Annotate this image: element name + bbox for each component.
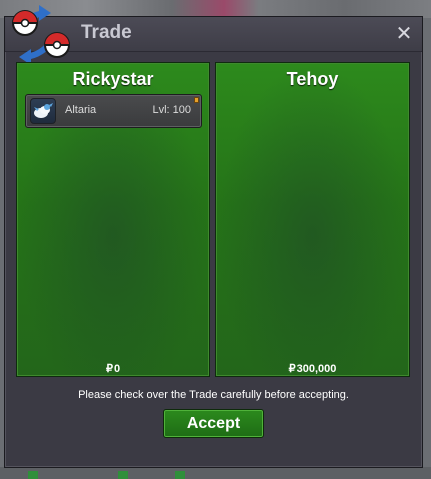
- altaria-sprite-icon: [30, 98, 56, 124]
- trade-notice: Please check over the Trade carefully be…: [78, 389, 349, 401]
- partner-offer-panel: Tehoy ₽300,000: [215, 62, 410, 377]
- partner-name: Tehoy: [286, 69, 339, 89]
- trade-window: Trade ✕ Rickystar Altaria Lvl: 100 ₽0 Te…: [4, 5, 423, 468]
- offered-money: ₽300,000: [216, 361, 409, 377]
- window-title: Trade: [81, 22, 132, 43]
- pokedollar-icon: ₽: [288, 363, 296, 375]
- item-name: Altaria: [65, 104, 97, 116]
- player-name: Rickystar: [72, 69, 154, 89]
- trade-pokeball-icon: [12, 5, 70, 65]
- my-offer-panel: Rickystar Altaria Lvl: 100 ₽0: [16, 62, 210, 377]
- pokedollar-icon: ₽: [105, 363, 113, 375]
- item-level: Lvl: 100: [152, 104, 191, 116]
- item-tag-icon: [194, 97, 199, 103]
- money-amount: 300,000: [296, 363, 337, 375]
- grass-tile: [118, 471, 128, 479]
- grass-tile: [175, 471, 185, 479]
- money-amount: 0: [113, 363, 121, 375]
- accept-button[interactable]: Accept: [163, 409, 264, 438]
- game-background-bottom: [0, 467, 431, 479]
- close-icon[interactable]: ✕: [394, 23, 414, 43]
- trade-item-slot[interactable]: Altaria Lvl: 100: [25, 94, 202, 128]
- grass-tile: [28, 471, 38, 479]
- offered-money: ₽0: [17, 361, 209, 377]
